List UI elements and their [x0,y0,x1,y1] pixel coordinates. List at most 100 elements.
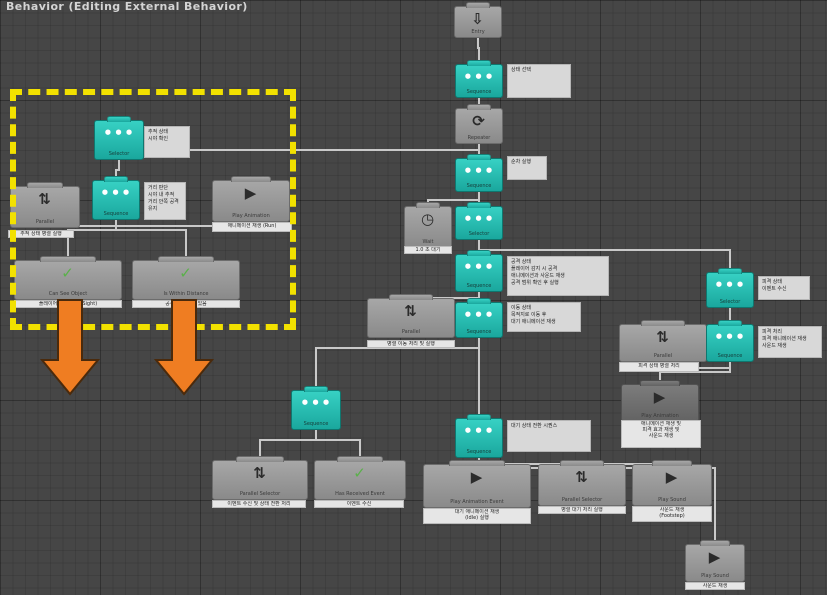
node-connector[interactable] [416,202,440,208]
note-line: 목적지로 이동 후 [511,312,547,318]
node-label: Parallel [653,353,673,359]
play-icon: ▶ [470,468,484,486]
node-caption: 병렬 이동 처리 및 실행 [367,340,455,348]
node-label: Play Animation Event [450,499,504,505]
task-node[interactable]: ▶ Play Sound [685,540,745,582]
node-connector[interactable] [718,320,742,326]
composite-node[interactable]: ••• Sequence [455,414,503,458]
composite-node[interactable]: ••• Sequence [455,60,503,98]
caption-line: 1.0 초 대기 [415,247,441,253]
node-connector[interactable] [303,386,329,392]
node-label: Parallel [401,329,421,335]
node-connector[interactable] [467,104,491,110]
comment-note[interactable]: 순차 실행 [507,156,547,180]
node-connector[interactable] [699,540,731,546]
ellipsis-icon: ••• [463,68,495,86]
node-label: Sequence [466,449,492,455]
node-connector[interactable] [718,268,742,274]
task-node[interactable]: ⇅ Parallel [619,320,707,362]
caption-line: (Idle) 실행 [465,515,489,521]
parallel-icon: ⇅ [253,464,267,482]
caption-line: 사운드 재생 [702,583,728,589]
composite-node[interactable]: ••• Sequence [455,250,503,292]
comment-note[interactable]: 공격 상태 플레이어 감지 시 공격 애니메이션과 사운드 재생 공격 범위 확인 후… [507,256,609,296]
composite-node[interactable]: ••• Sequence [455,154,503,192]
composite-node[interactable]: ••• Selector [455,202,503,240]
node-connector[interactable] [467,202,491,208]
comment-note[interactable]: 피격 상태 이벤트 수신 [758,276,810,300]
node-label: Parallel Selector [561,497,603,503]
node-connector[interactable] [388,294,434,300]
node-caption: 병렬 대기 처리 실행 [538,506,626,514]
node-label: Sequence [466,329,492,335]
ellipsis-icon: ••• [463,422,495,440]
comment-note[interactable]: 피격 처리 피격 애니메이션 재생 사운드 재생 [758,326,822,358]
node-connector[interactable] [559,460,605,466]
composite-node[interactable]: ••• Sequence [706,320,754,362]
clock-icon: ◷ [420,210,436,228]
task-node[interactable]: ⇅ Parallel Selector [538,460,626,506]
task-node[interactable]: ▶ Play Animation Event [423,460,531,508]
note-line: 순차 실행 [511,159,531,165]
node-caption: 사운드 재생 (Footstep) [632,506,712,522]
ellipsis-icon: ••• [463,306,495,324]
node-connector[interactable] [640,380,680,386]
down-arrow-icon [40,299,100,396]
node-connector[interactable] [467,298,491,304]
note-line: 공격 범위 확인 후 실행 [511,280,559,286]
ellipsis-icon: ••• [714,276,746,294]
check-icon: ✓ [353,464,367,482]
note-line: 이벤트 수신 [762,286,787,292]
node-connector[interactable] [336,456,384,462]
caption-line: 이벤트 수신 및 상태 전환 처리 [227,501,291,507]
node-label: Sequence [466,89,492,95]
node-connector[interactable] [467,414,491,420]
comment-note[interactable]: 대기 상태 전환 시퀀스 [507,420,591,452]
task-node[interactable]: ◷ Wait [404,202,452,248]
node-connector[interactable] [651,460,693,466]
node-connector[interactable] [467,250,491,256]
note-line: 대기 상태 전환 시퀀스 [511,423,558,429]
node-label: Play Animation [641,413,679,419]
node-label: Sequence [466,283,492,289]
composite-node[interactable]: ••• Sequence [291,386,341,430]
caption-line: 사운드 재생 [648,433,674,439]
ellipsis-icon: ••• [463,162,495,180]
node-connector[interactable] [467,154,491,160]
task-node[interactable]: ⇩ Entry [454,2,502,38]
node-connector[interactable] [466,2,490,8]
caption-line: (Footstep) [659,513,685,519]
task-node[interactable]: ▶ Play Sound [632,460,712,506]
task-node[interactable]: ⇅ Parallel [367,294,455,338]
play-icon: ▶ [708,548,722,566]
node-label: Sequence [303,421,329,427]
repeat-icon: ⟳ [472,112,486,130]
comment-note[interactable]: 이동 상태 목적지로 이동 후 대기 애니메이션 재생 [507,302,581,332]
note-line: 플레이어 감지 시 공격 [511,266,558,272]
node-label: Parallel Selector [239,491,281,497]
node-connector[interactable] [640,320,686,326]
ellipsis-icon: ••• [463,258,495,276]
note-line: 사운드 재생 [762,343,787,349]
caption-line: 피격 상태 병렬 처리 [638,363,680,369]
node-label: Sequence [717,353,743,359]
node-connector[interactable] [449,460,505,466]
composite-node[interactable]: ••• Selector [706,268,754,308]
task-node[interactable]: ⇅ Parallel Selector [212,456,308,500]
composite-node[interactable]: ••• Sequence [455,298,503,338]
node-connector[interactable] [467,60,491,66]
behavior-tree-canvas[interactable]: Behavior (Editing External Behavior) ⇩ En… [0,0,827,595]
task-node[interactable]: ✓ Has Received Event [314,456,406,500]
caption-line: 이벤트 수신 [346,501,372,507]
parallel-icon: ⇅ [575,468,589,486]
node-caption: 사운드 재생 [685,582,745,590]
node-label: Has Received Event [335,491,385,497]
comment-note[interactable]: 상태 선택 [507,64,571,98]
node-caption: 대기 애니메이션 재생 (Idle) 실행 [423,508,531,524]
entry-icon: ⇩ [471,10,485,28]
task-node[interactable]: ⟳ Repeater [455,104,503,144]
note-line: 상태 선택 [511,67,531,73]
ellipsis-icon: ••• [300,394,332,412]
task-node[interactable]: ▶ Play Animation [621,380,699,422]
node-connector[interactable] [235,456,285,462]
